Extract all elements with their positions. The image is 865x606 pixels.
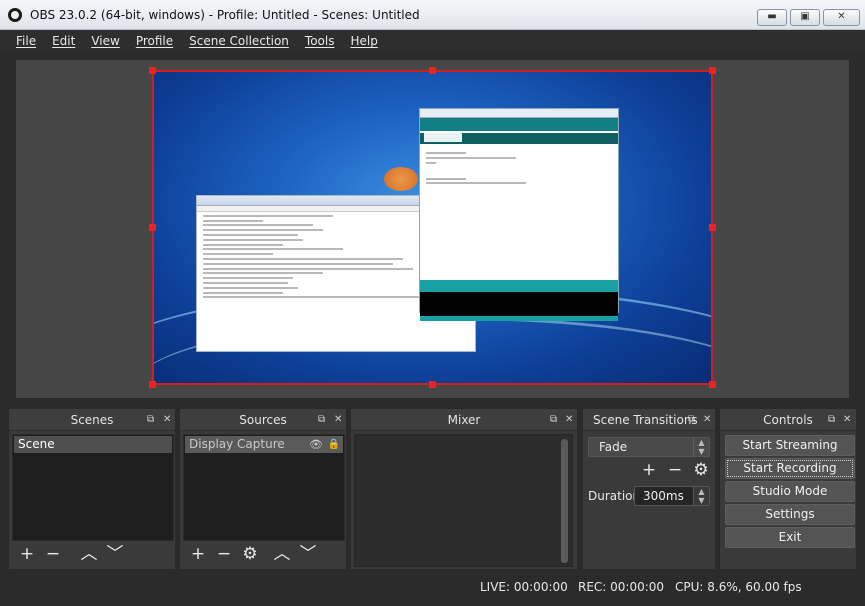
status-bar: LIVE: 00:00:00 REC: 00:00:00 CPU: 8.6%, … — [0, 574, 865, 606]
menu-profile[interactable]: Profile — [128, 30, 181, 52]
ide-tabbar — [420, 133, 618, 144]
sources-close-icon[interactable]: ✕ — [334, 412, 342, 428]
menu-bar: File Edit View Profile Scene Collection … — [0, 30, 865, 52]
duration-spin-arrows[interactable]: ▲ ▼ — [693, 487, 709, 505]
menu-file[interactable]: File — [8, 30, 44, 52]
duration-label: Duration — [588, 489, 641, 503]
transitions-dock: Scene Transitions ⧉ ✕ Fade ▲ ▼ + − ⚙ Dura… — [582, 408, 716, 570]
move-scene-up-button[interactable]: ︿ — [76, 543, 102, 565]
scenes-list[interactable]: Scene — [12, 434, 174, 541]
transition-properties-gear-icon[interactable]: ⚙ — [688, 459, 714, 481]
move-source-down-button[interactable]: ﹀ — [295, 543, 321, 565]
lock-icon[interactable]: 🔒 — [328, 436, 340, 453]
scenes-toolbar: + − ︿ ﹀ — [14, 543, 128, 565]
sources-float-icon[interactable]: ⧉ — [318, 412, 325, 428]
scenes-float-icon[interactable]: ⧉ — [147, 412, 154, 428]
ide-toolbar — [420, 118, 618, 131]
window-titlebar: OBS 23.0.2 (64-bit, windows) - Profile: … — [0, 0, 865, 30]
minimize-button[interactable]: ▬ — [757, 9, 787, 26]
settings-button[interactable]: Settings — [725, 504, 855, 525]
ide-status-bar — [420, 280, 618, 292]
sources-dock: Sources ⧉ ✕ Display Capture 👁 🔒 + − ⚙ ︿ … — [179, 408, 347, 570]
transitions-float-icon[interactable]: ⧉ — [688, 412, 695, 428]
move-source-up-button[interactable]: ︿ — [269, 543, 295, 565]
mixer-area — [354, 434, 573, 567]
preview-canvas[interactable] — [16, 60, 849, 398]
scene-item[interactable]: Scene — [14, 436, 172, 453]
resize-handle-right[interactable] — [709, 224, 716, 231]
mixer-dock-title: Mixer — [351, 409, 577, 431]
add-scene-button[interactable]: + — [14, 543, 40, 565]
source-item-label: Display Capture — [189, 437, 285, 451]
duration-spinbox[interactable]: 300ms ▲ ▼ — [634, 486, 710, 506]
resize-handle-top[interactable] — [429, 67, 436, 74]
mixer-scrollbar[interactable] — [561, 439, 568, 563]
resize-handle-top-left[interactable] — [149, 67, 156, 74]
resize-handle-bottom[interactable] — [429, 381, 436, 388]
resize-handle-bottom-left[interactable] — [149, 381, 156, 388]
resize-handle-left[interactable] — [149, 224, 156, 231]
transition-select[interactable]: Fade ▲ ▼ — [588, 437, 710, 457]
sources-list[interactable]: Display Capture 👁 🔒 — [183, 434, 345, 541]
mixer-close-icon[interactable]: ✕ — [565, 412, 573, 428]
live-timer: LIVE: 00:00:00 — [480, 580, 568, 594]
wallpaper-orb — [384, 167, 418, 191]
add-source-button[interactable]: + — [185, 543, 211, 565]
transitions-close-icon[interactable]: ✕ — [703, 412, 711, 428]
obs-logo-icon — [8, 8, 22, 22]
move-scene-down-button[interactable]: ﹀ — [102, 543, 128, 565]
menu-edit[interactable]: Edit — [44, 30, 83, 52]
mixer-dock: Mixer ⧉ ✕ — [350, 408, 578, 570]
resize-handle-bottom-right[interactable] — [709, 381, 716, 388]
transitions-toolbar: + − ⚙ — [636, 459, 714, 481]
close-window-button[interactable]: ✕ — [823, 9, 860, 26]
menu-view[interactable]: View — [83, 30, 127, 52]
duration-value: 300ms — [643, 489, 684, 503]
controls-close-icon[interactable]: ✕ — [843, 412, 851, 428]
transition-selected-value: Fade — [599, 440, 628, 454]
ide-console — [420, 292, 618, 316]
cpu-fps-status: CPU: 8.6%, 60.00 fps — [675, 580, 802, 594]
resize-handle-top-right[interactable] — [709, 67, 716, 74]
start-streaming-button[interactable]: Start Streaming — [725, 435, 855, 456]
rec-timer: REC: 00:00:00 — [578, 580, 665, 594]
menu-scene-collection[interactable]: Scene Collection — [181, 30, 297, 52]
mixer-float-icon[interactable]: ⧉ — [550, 412, 557, 428]
exit-button[interactable]: Exit — [725, 527, 855, 548]
controls-dock: Controls ⧉ ✕ Start Streaming Start Recor… — [719, 408, 857, 570]
controls-float-icon[interactable]: ⧉ — [828, 412, 835, 428]
remove-scene-button[interactable]: − — [40, 543, 66, 565]
menu-help[interactable]: Help — [342, 30, 385, 52]
transition-select-arrows[interactable]: ▲ ▼ — [693, 438, 709, 456]
display-capture-source[interactable] — [152, 70, 713, 385]
menu-tools[interactable]: Tools — [297, 30, 343, 52]
sources-toolbar: + − ⚙ ︿ ﹀ — [185, 543, 321, 565]
ide-titlebar — [420, 109, 618, 118]
scenes-close-icon[interactable]: ✕ — [163, 412, 171, 428]
maximize-button[interactable]: ▣ — [790, 9, 820, 26]
visibility-eye-icon[interactable]: 👁 — [309, 436, 323, 453]
scenes-dock: Scenes ⧉ ✕ Scene + − ︿ ﹀ — [8, 408, 176, 570]
transitions-dock-title: Scene Transitions — [583, 409, 715, 431]
source-item[interactable]: Display Capture 👁 🔒 — [185, 436, 343, 453]
start-recording-button[interactable]: Start Recording — [725, 458, 855, 479]
studio-mode-button[interactable]: Studio Mode — [725, 481, 855, 502]
source-properties-gear-icon[interactable]: ⚙ — [237, 543, 263, 565]
remove-source-button[interactable]: − — [211, 543, 237, 565]
captured-ide-window — [419, 108, 619, 321]
controls-dock-title: Controls — [720, 409, 856, 431]
ide-code-area — [420, 152, 618, 280]
ide-footer — [420, 316, 618, 321]
window-title: OBS 23.0.2 (64-bit, windows) - Profile: … — [30, 8, 420, 22]
add-transition-button[interactable]: + — [636, 459, 662, 481]
remove-transition-button[interactable]: − — [662, 459, 688, 481]
